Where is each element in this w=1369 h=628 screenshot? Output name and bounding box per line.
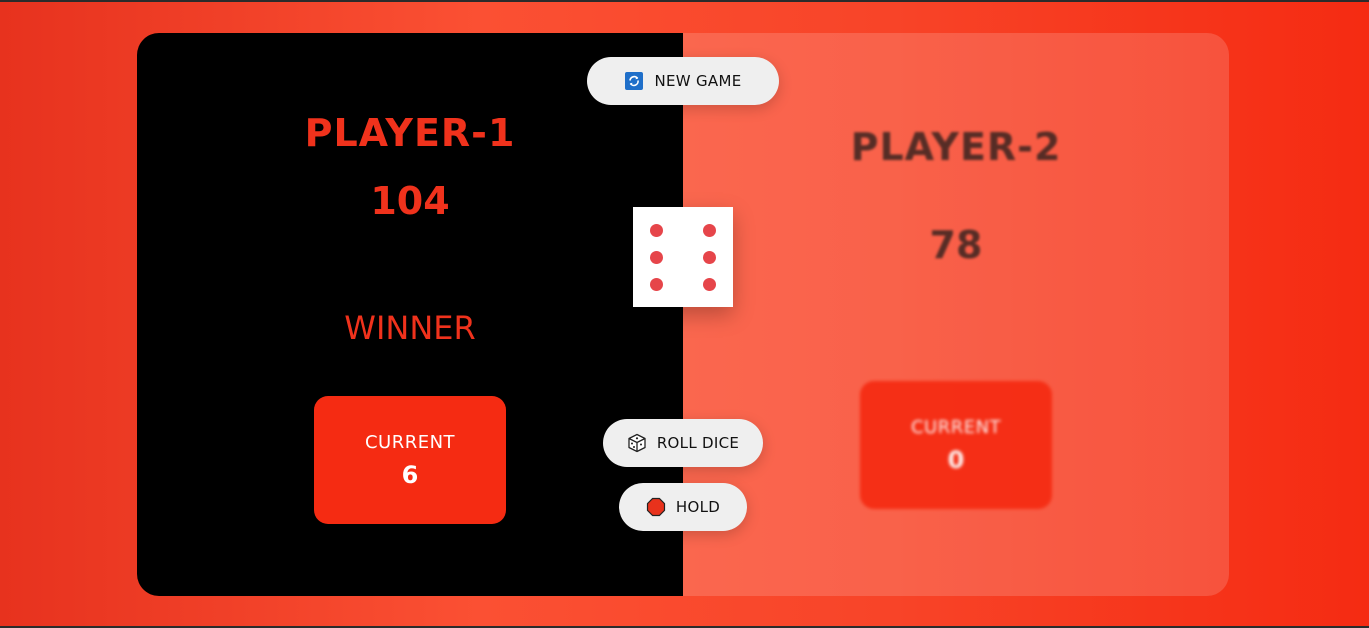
player-2-score: 78 bbox=[929, 223, 983, 267]
dice-pip bbox=[703, 224, 716, 237]
window-top-border bbox=[0, 0, 1369, 2]
dice-pip bbox=[703, 278, 716, 291]
new-game-label: NEW GAME bbox=[654, 72, 742, 90]
roll-dice-label: ROLL DICE bbox=[656, 434, 740, 452]
player-2-current-box: CURRENT 0 bbox=[860, 381, 1052, 509]
hold-button[interactable]: HOLD bbox=[619, 483, 747, 531]
player-2-current-label: CURRENT bbox=[910, 417, 1002, 438]
stop-icon bbox=[646, 497, 666, 517]
hold-label: HOLD bbox=[675, 498, 721, 516]
dice-pip bbox=[650, 278, 663, 291]
refresh-icon bbox=[624, 71, 644, 91]
player-1-current-label: CURRENT bbox=[364, 432, 456, 453]
player-1-panel: PLAYER-1 104 WINNER CURRENT 6 bbox=[137, 33, 683, 596]
player-1-winner-label: WINNER bbox=[344, 309, 476, 347]
player-2-current-value: 0 bbox=[947, 446, 965, 474]
new-game-button[interactable]: NEW GAME bbox=[587, 57, 779, 105]
player-1-current-value: 6 bbox=[401, 461, 419, 489]
dice-pip bbox=[650, 251, 663, 264]
dice-pip bbox=[703, 251, 716, 264]
dice-icon bbox=[627, 433, 647, 453]
dice bbox=[633, 207, 733, 307]
player-2-name: PLAYER-2 bbox=[850, 125, 1062, 169]
player-1-name: PLAYER-1 bbox=[304, 111, 516, 155]
player-1-score: 104 bbox=[370, 179, 450, 223]
dice-pip bbox=[650, 224, 663, 237]
player-2-panel: PLAYER-2 78 CURRENT 0 bbox=[683, 33, 1229, 596]
player-1-current-box: CURRENT 6 bbox=[314, 396, 506, 524]
roll-dice-button[interactable]: ROLL DICE bbox=[603, 419, 763, 467]
